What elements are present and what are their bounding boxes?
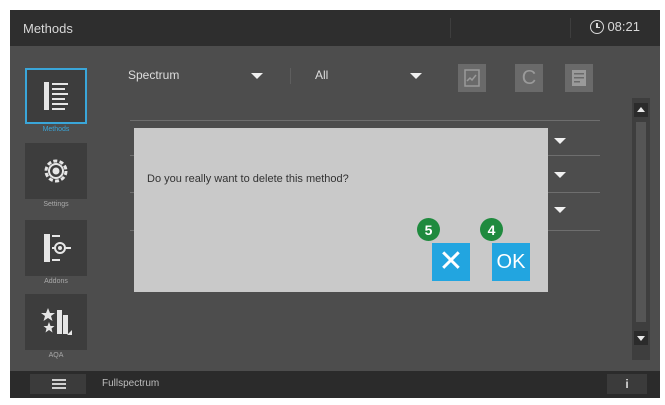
sidebar-item-methods[interactable] <box>25 68 87 124</box>
sidebar-item-addons[interactable] <box>25 220 87 276</box>
chevron-down-icon[interactable] <box>554 207 566 213</box>
type-dropdown[interactable]: Spectrum <box>128 68 179 82</box>
addons-icon <box>44 234 71 262</box>
ok-button[interactable]: OK <box>492 243 530 281</box>
close-icon: ✕ <box>438 245 464 278</box>
app-screen: Methods 08:21 Methods Settings Addons AQ… <box>10 10 660 398</box>
info-button[interactable]: i <box>607 374 647 394</box>
clock-icon <box>590 19 605 34</box>
chevron-down-icon[interactable] <box>554 172 566 178</box>
clock-time: 08:21 <box>607 19 640 34</box>
sidebar-item-label: Methods <box>42 126 70 133</box>
confirm-delete-dialog: Do you really want to delete this method… <box>134 128 548 292</box>
current-method-name: Fullspectrum <box>102 378 160 389</box>
chevron-down-icon[interactable] <box>554 138 566 144</box>
chevron-down-icon[interactable] <box>410 73 422 79</box>
sidebar-item-label: Settings <box>43 201 69 208</box>
methods-list-icon <box>44 82 68 110</box>
sidebar-item-label: Addons <box>44 278 68 285</box>
c-icon[interactable]: C <box>515 64 543 92</box>
hamburger-icon <box>52 379 66 381</box>
filter-dropdown[interactable]: All <box>315 68 328 82</box>
hamburger-icon <box>52 383 66 385</box>
dialog-message: Do you really want to delete this method… <box>147 173 349 185</box>
status-bar: Fullspectrum i <box>10 371 660 398</box>
divider <box>290 68 291 84</box>
step-badge: 4 <box>480 218 503 241</box>
scroll-up-button[interactable] <box>634 103 648 117</box>
divider <box>130 120 600 121</box>
step-badge: 5 <box>417 218 440 241</box>
aqa-icon <box>41 308 72 335</box>
menu-button[interactable] <box>30 374 86 394</box>
sidebar-item-label: AQA <box>48 352 64 359</box>
title-bar: Methods 08:21 <box>10 10 660 46</box>
chevron-down-icon[interactable] <box>251 73 263 79</box>
scroll-down-button[interactable] <box>634 331 648 345</box>
report-icon[interactable] <box>458 64 486 92</box>
scrollbar-thumb[interactable] <box>636 122 646 322</box>
page-title: Methods <box>23 21 73 36</box>
hamburger-icon <box>52 387 66 389</box>
sidebar-item-aqa[interactable] <box>25 294 87 350</box>
clock: 08:21 <box>590 19 640 34</box>
divider <box>450 18 451 38</box>
sidebar-item-settings[interactable] <box>25 143 87 199</box>
cancel-button[interactable]: ✕ <box>432 243 470 281</box>
document-icon[interactable] <box>565 64 593 92</box>
gear-icon <box>44 159 68 183</box>
divider <box>570 18 571 38</box>
